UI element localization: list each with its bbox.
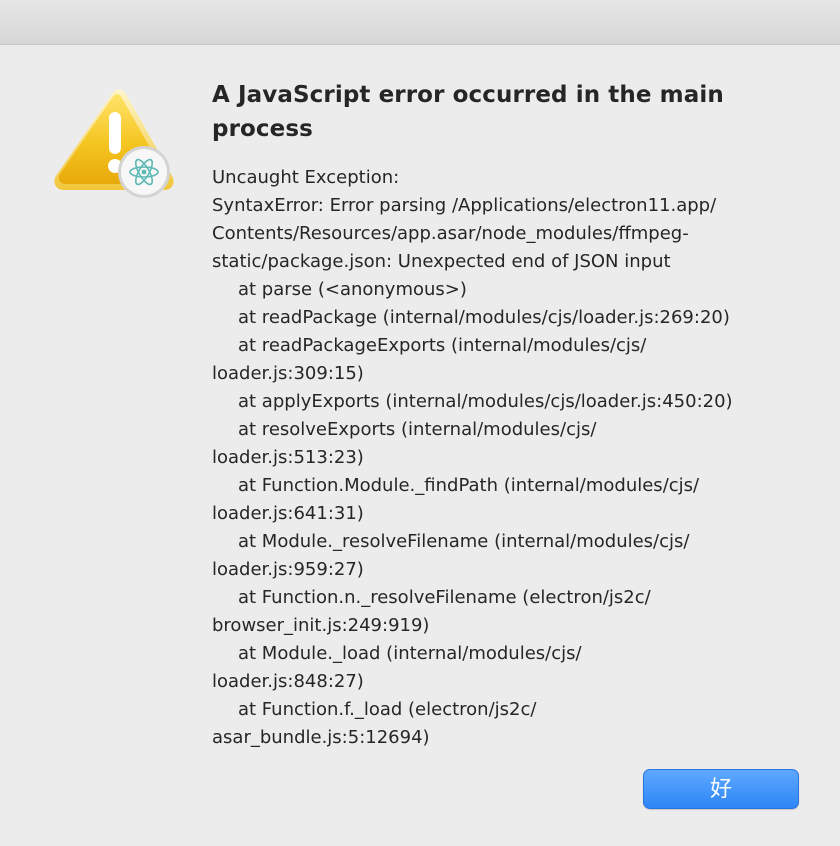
message-line: loader.js:848:27) [212,671,364,692]
message-line: at Function.n._resolveFilename (electron… [238,587,651,608]
message-line: at readPackageExports (internal/modules/… [238,335,647,356]
message-line: static/package.json: Unexpected end of J… [212,251,671,272]
message-line: at Function.Module._findPath (internal/m… [238,475,700,496]
ok-button[interactable]: 好 [643,769,799,809]
electron-icon [118,146,170,198]
message-line: at Module._load (internal/modules/cjs/ [238,643,582,664]
message-line: loader.js:309:15) [212,363,364,384]
dialog-title: A JavaScript error occurred in the main … [212,82,724,142]
message-line: Contents/Resources/app.asar/node_modules… [212,223,689,244]
message-line: at parse (<anonymous>) [238,279,467,300]
message-line: at Module._resolveFilename (internal/mod… [238,531,690,552]
message-line: at readPackage (internal/modules/cjs/loa… [238,307,730,328]
message-line: loader.js:641:31) [212,503,364,524]
message-line: asar_bundle.js:5:12694) [212,727,430,748]
error-message: Uncaught Exception: SyntaxError: Error pa… [212,164,822,752]
dialog-content: A JavaScript error occurred in the main … [212,78,822,752]
message-line: browser_init.js:249:919) [212,615,430,636]
message-line: at resolveExports (internal/modules/cjs/ [238,419,597,440]
message-line: loader.js:959:27) [212,559,364,580]
warning-icon [52,86,176,198]
message-line: at applyExports (internal/modules/cjs/lo… [238,391,733,412]
message-line: SyntaxError: Error parsing /Applications… [212,195,717,216]
message-line: loader.js:513:23) [212,447,364,468]
message-line: at Function.f._load (electron/js2c/ [238,699,537,720]
message-line: Uncaught Exception: [212,167,400,188]
title-bar[interactable] [0,0,840,45]
error-dialog-window: A JavaScript error occurred in the main … [0,0,840,846]
